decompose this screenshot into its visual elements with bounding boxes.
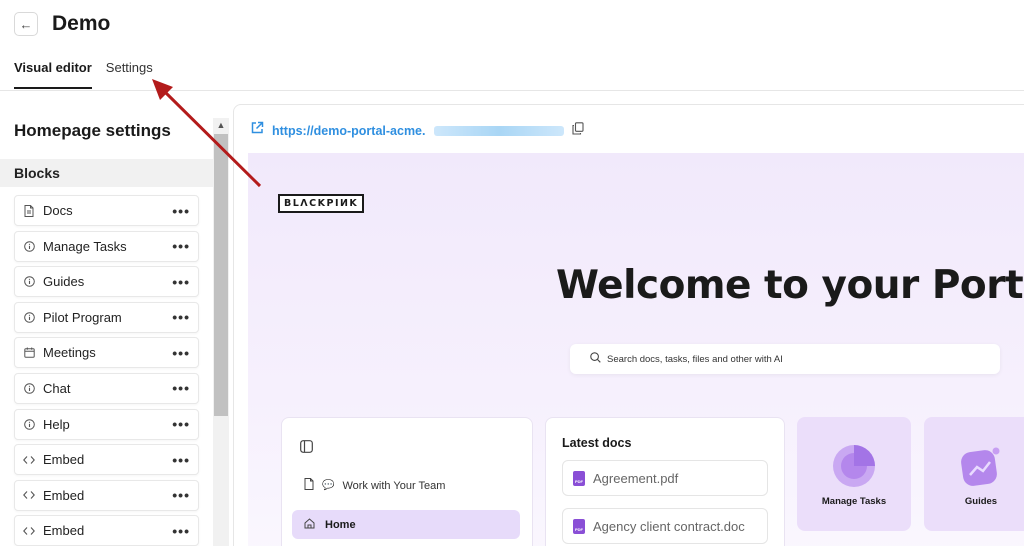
more-options-icon[interactable]: •••	[172, 452, 190, 468]
search-input[interactable]: Search docs, tasks, files and other with…	[570, 344, 1000, 374]
doc-name: Agreement.pdf	[593, 470, 679, 486]
more-options-icon[interactable]: •••	[172, 309, 190, 325]
search-placeholder: Search docs, tasks, files and other with…	[607, 353, 783, 365]
scroll-thumb[interactable]	[214, 134, 228, 416]
code-icon	[23, 489, 35, 501]
guides-chart-icon	[958, 443, 1004, 494]
portal-hero: BLΛCKPIИK Welcome to your Portal Search …	[248, 153, 1024, 546]
nav-item-work-with-team[interactable]: 💬 Work with Your Team	[304, 478, 445, 493]
block-item-embed[interactable]: Embed •••	[14, 444, 199, 476]
nav-item-label: Work with Your Team	[342, 479, 446, 492]
block-label: Pilot Program	[43, 309, 122, 325]
code-icon	[23, 525, 35, 537]
doc-item[interactable]: PDF Agency client contract.doc	[562, 508, 768, 544]
block-label: Guides	[43, 274, 85, 290]
url-redacted	[433, 125, 564, 136]
more-options-icon[interactable]: •••	[172, 203, 190, 219]
more-options-icon[interactable]: •••	[172, 416, 190, 432]
block-list: Docs ••• Manage Tasks ••• Guides ••• Pil…	[14, 195, 199, 546]
url-bar: https://demo-portal-acme.	[250, 121, 584, 140]
search-icon	[590, 352, 601, 366]
home-icon	[304, 517, 315, 532]
calendar-icon	[23, 347, 35, 359]
sidebar-title: Homepage settings	[14, 121, 171, 140]
arrow-left-icon: ←	[19, 16, 33, 32]
block-label: Embed	[43, 452, 85, 468]
block-label: Embed	[43, 523, 85, 539]
document-icon	[23, 204, 35, 217]
info-icon	[23, 418, 35, 430]
doc-name: Agency client contract.doc	[593, 518, 745, 534]
more-options-icon[interactable]: •••	[172, 487, 190, 503]
latest-docs-card: Latest docs PDF Agreement.pdf PDF Agency…	[545, 417, 785, 546]
sidebar: Homepage settings Blocks Docs ••• Manage…	[0, 91, 213, 546]
block-item-embed[interactable]: Embed •••	[14, 479, 199, 511]
block-item-manage-tasks[interactable]: Manage Tasks •••	[14, 230, 199, 262]
tile-guides[interactable]: Guides	[924, 417, 1024, 531]
more-options-icon[interactable]: •••	[172, 274, 190, 290]
more-options-icon[interactable]: •••	[172, 523, 190, 539]
block-item-chat[interactable]: Chat •••	[14, 372, 199, 404]
block-label: Manage Tasks	[43, 238, 127, 254]
back-button[interactable]: ←	[14, 12, 38, 36]
blocks-heading: Blocks	[0, 159, 213, 187]
block-item-meetings[interactable]: Meetings •••	[14, 337, 199, 369]
block-item-embed[interactable]: Embed •••	[14, 515, 199, 546]
more-options-icon[interactable]: •••	[172, 380, 190, 396]
block-label: Docs	[43, 203, 73, 218]
portal-nav-card: 💬 Work with Your Team Home	[281, 417, 533, 546]
tab-bar: Visual editor Settings	[14, 60, 153, 89]
more-options-icon[interactable]: •••	[172, 345, 190, 361]
block-label: Meetings	[43, 345, 96, 361]
latest-docs-title: Latest docs	[562, 436, 632, 450]
nav-home-label: Home	[325, 518, 356, 531]
tab-visual-editor[interactable]: Visual editor	[14, 60, 92, 89]
tile-manage-tasks[interactable]: Manage Tasks	[797, 417, 911, 531]
code-icon	[23, 454, 35, 466]
portal-preview: https://demo-portal-acme. BLΛCKPIИK Welc…	[233, 104, 1024, 546]
page-title: Demo	[52, 12, 111, 35]
block-item-guides[interactable]: Guides •••	[14, 266, 199, 298]
portal-url[interactable]: https://demo-portal-acme.	[272, 124, 426, 138]
sidebar-toggle-icon[interactable]	[300, 440, 313, 458]
block-item-pilot-program[interactable]: Pilot Program •••	[14, 301, 199, 333]
block-label: Embed	[43, 487, 85, 503]
speech-bubble-icon: 💬	[322, 480, 335, 491]
doc-item[interactable]: PDF Agreement.pdf	[562, 460, 768, 496]
external-link-icon[interactable]	[250, 121, 264, 140]
sidebar-scrollbar[interactable]: ▲	[213, 118, 229, 546]
info-icon	[23, 382, 35, 394]
document-icon	[304, 478, 314, 493]
block-item-help[interactable]: Help •••	[14, 408, 199, 440]
info-icon	[23, 311, 35, 323]
welcome-heading: Welcome to your Portal	[556, 263, 1024, 308]
tasks-icon	[831, 443, 877, 494]
brand-logo: BLΛCKPIИK	[278, 194, 365, 213]
copy-icon[interactable]	[571, 121, 584, 140]
scroll-up-icon[interactable]: ▲	[213, 118, 229, 132]
nav-item-home[interactable]: Home	[292, 510, 520, 539]
block-label: Help	[43, 416, 70, 432]
info-icon	[23, 240, 35, 252]
tile-label: Manage Tasks	[821, 496, 887, 507]
info-icon	[23, 276, 35, 288]
block-item-docs[interactable]: Docs •••	[14, 195, 199, 226]
more-options-icon[interactable]: •••	[172, 238, 190, 254]
pdf-file-icon: PDF	[573, 518, 585, 534]
block-label: Chat	[43, 380, 71, 396]
pdf-file-icon: PDF	[573, 470, 585, 486]
tile-label: Guides	[964, 496, 998, 507]
tab-settings[interactable]: Settings	[106, 60, 153, 89]
